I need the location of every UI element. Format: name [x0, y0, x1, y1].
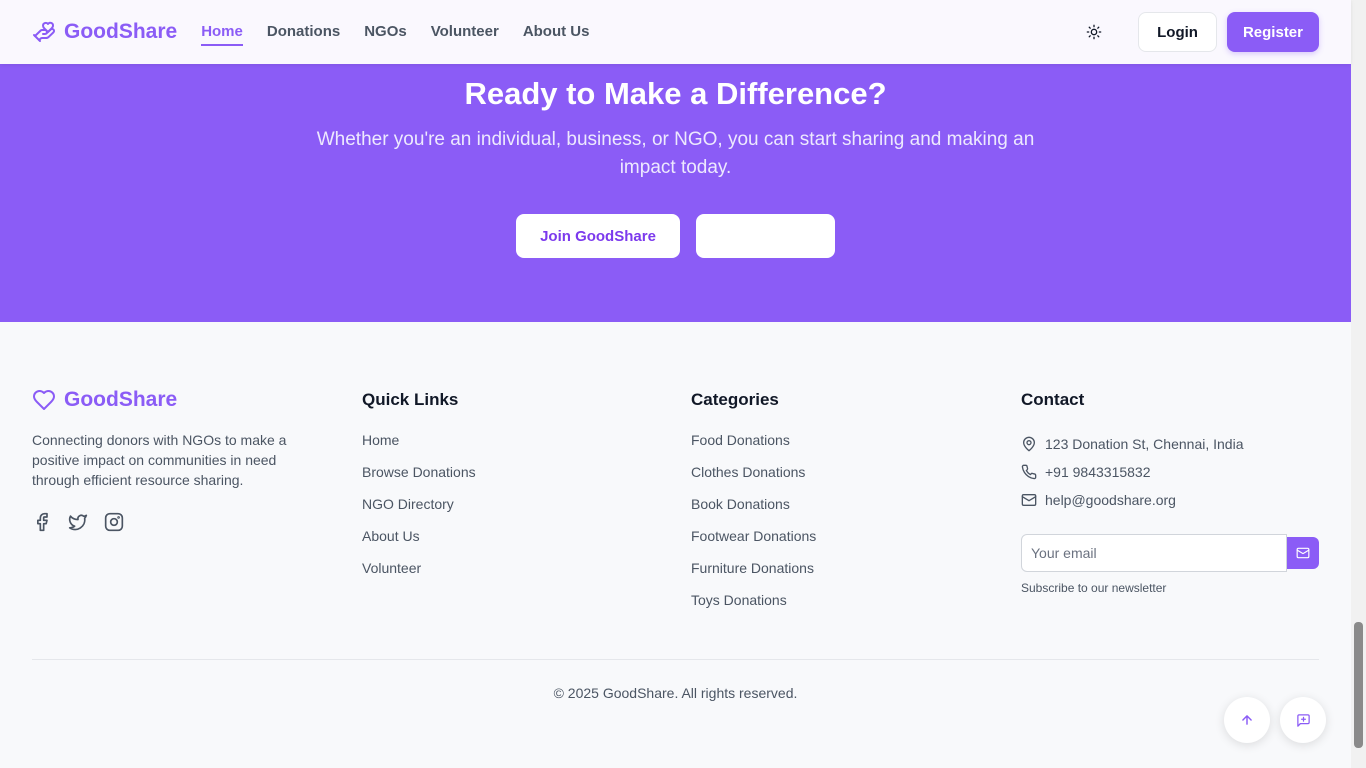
newsletter-form: [1021, 534, 1319, 572]
map-pin-icon: [1021, 436, 1037, 452]
footer-about-text: Connecting donors with NGOs to make a po…: [32, 432, 287, 488]
register-button[interactable]: Register: [1226, 12, 1319, 52]
contact-address-text: 123 Donation St, Chennai, India: [1045, 436, 1244, 452]
copyright-text: © 2025 GoodShare. All rights reserved.: [553, 685, 798, 701]
nav-volunteer[interactable]: Volunteer: [431, 19, 499, 46]
category-books[interactable]: Book Donations: [691, 494, 816, 526]
contact-address: 123 Donation St, Chennai, India: [1021, 430, 1319, 458]
footer-link-ngo-directory[interactable]: NGO Directory: [362, 494, 476, 526]
chat-button[interactable]: [1280, 697, 1326, 743]
scrollbar-thumb[interactable]: [1354, 622, 1363, 748]
footer-about: GoodShare Connecting donors with NGOs to…: [32, 388, 302, 532]
cta-section: Ready to Make a Difference? Whether you'…: [0, 64, 1351, 322]
page-scrollbar[interactable]: [1351, 0, 1366, 768]
category-clothes[interactable]: Clothes Donations: [691, 462, 816, 494]
contact-phone-text[interactable]: +91 9843315832: [1045, 464, 1151, 480]
contact-email: help@goodshare.org: [1021, 486, 1319, 514]
top-navbar: GoodShare Home Donations NGOs Volunteer …: [0, 0, 1351, 64]
footer: GoodShare Connecting donors with NGOs to…: [0, 322, 1351, 768]
contact-email-text[interactable]: help@goodshare.org: [1045, 492, 1176, 508]
social-links: [32, 512, 302, 532]
mail-icon: [1021, 492, 1037, 508]
twitter-icon[interactable]: [68, 512, 88, 532]
footer-link-home[interactable]: Home: [362, 430, 476, 462]
footer-brand-name: GoodShare: [64, 388, 178, 411]
categories-title: Categories: [691, 390, 779, 409]
category-furniture[interactable]: Furniture Donations: [691, 558, 816, 590]
footer-link-browse-donations[interactable]: Browse Donations: [362, 462, 476, 494]
cta-buttons: Join GoodShare: [0, 214, 1351, 258]
scroll-to-top-button[interactable]: [1224, 697, 1270, 743]
footer-brand[interactable]: GoodShare: [32, 388, 302, 412]
newsletter-note: Subscribe to our newsletter: [1021, 581, 1167, 595]
nav-about-us[interactable]: About Us: [523, 19, 590, 46]
mail-icon: [1296, 547, 1310, 559]
contact-phone: +91 9843315832: [1021, 458, 1319, 486]
sun-icon: [1086, 24, 1102, 40]
footer-link-volunteer[interactable]: Volunteer: [362, 558, 476, 590]
footer-contact: Contact 123 Donation St, Chennai, India …: [1021, 388, 1319, 595]
brand-name: GoodShare: [64, 20, 178, 43]
header-actions: Login Register: [1076, 12, 1319, 52]
instagram-icon[interactable]: [104, 512, 124, 532]
cta-title: Ready to Make a Difference?: [464, 76, 887, 111]
contact-title: Contact: [1021, 390, 1085, 409]
category-food[interactable]: Food Donations: [691, 430, 816, 462]
theme-toggle-button[interactable]: [1076, 14, 1112, 50]
heart-icon: [32, 388, 56, 412]
cta-secondary-button[interactable]: [696, 214, 835, 258]
footer-link-about-us[interactable]: About Us: [362, 526, 476, 558]
footer-divider: [32, 659, 1319, 660]
login-button[interactable]: Login: [1138, 12, 1217, 52]
join-goodshare-button[interactable]: Join GoodShare: [516, 214, 680, 258]
footer-quick-links: Quick Links Home Browse Donations NGO Di…: [362, 388, 476, 590]
brand-logo-link[interactable]: GoodShare: [32, 20, 177, 44]
nav-home[interactable]: Home: [201, 19, 243, 46]
message-plus-icon: [1296, 713, 1310, 727]
category-footwear[interactable]: Footwear Donations: [691, 526, 816, 558]
category-toys[interactable]: Toys Donations: [691, 590, 816, 622]
quick-links-title: Quick Links: [362, 390, 459, 409]
footer-categories: Categories Food Donations Clothes Donati…: [691, 388, 816, 622]
arrow-up-icon: [1242, 715, 1252, 725]
nav-ngos[interactable]: NGOs: [364, 19, 407, 46]
newsletter-email-input[interactable]: [1021, 534, 1287, 572]
handshake-heart-icon: [32, 20, 56, 44]
phone-icon: [1021, 464, 1037, 480]
facebook-icon[interactable]: [32, 512, 52, 532]
nav-donations[interactable]: Donations: [267, 19, 340, 46]
main-nav: Home Donations NGOs Volunteer About Us: [201, 19, 589, 46]
newsletter-submit-button[interactable]: [1287, 537, 1319, 569]
cta-subtitle: Whether you're an individual, business, …: [316, 129, 1035, 178]
